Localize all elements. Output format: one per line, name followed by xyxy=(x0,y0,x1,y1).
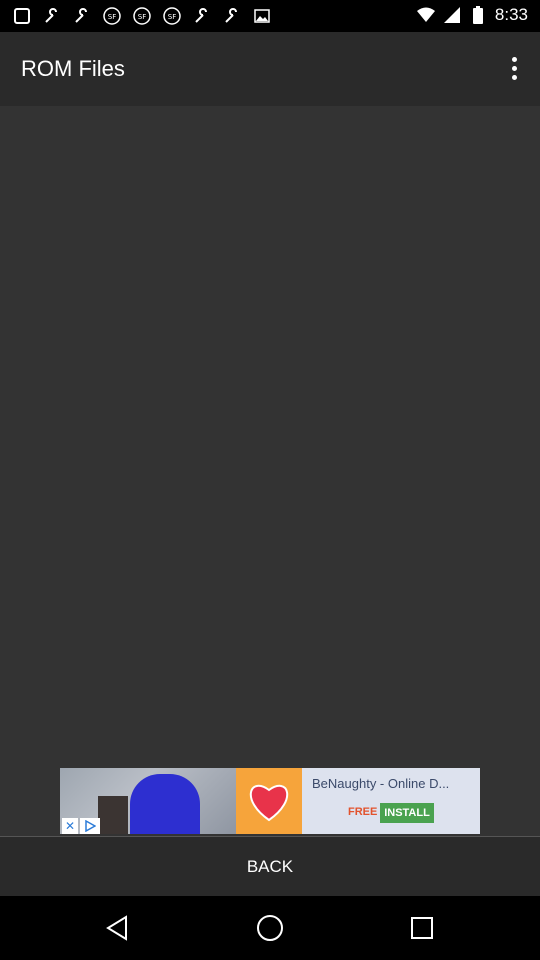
clock-time: 8:33 xyxy=(494,5,528,24)
page-title: ROM Files xyxy=(21,56,125,81)
ad-title: BeNaughty - Online D... xyxy=(312,776,450,791)
wrench-icon xyxy=(222,6,242,26)
back-nav-icon[interactable] xyxy=(102,912,134,944)
close-icon[interactable]: ✕ xyxy=(62,818,78,834)
wrench-icon xyxy=(192,6,212,26)
navigation-bar xyxy=(0,896,540,960)
sf-icon: SF xyxy=(132,6,152,26)
ad-free-label: FREE xyxy=(348,806,378,818)
back-button[interactable]: BACK xyxy=(0,837,540,897)
notification-icons: SF SF SF xyxy=(12,6,272,26)
ad-install-button[interactable]: INSTALL xyxy=(380,803,434,823)
battery-icon xyxy=(469,5,487,25)
heart-icon xyxy=(236,768,302,834)
svg-text:SF: SF xyxy=(168,13,176,21)
svg-text:SF: SF xyxy=(138,13,146,21)
system-icons: 8:33 xyxy=(416,5,528,25)
ad-banner[interactable]: BeNaughty - Online D... FREE INSTALL ✕ xyxy=(60,768,480,834)
app-bar: ROM Files xyxy=(0,32,540,106)
bottom-bar: BACK xyxy=(0,836,540,896)
wrench-icon xyxy=(42,6,62,26)
signal-icon xyxy=(443,5,461,25)
image-icon xyxy=(252,6,272,26)
recents-nav-icon[interactable] xyxy=(406,912,438,944)
overflow-menu-icon[interactable] xyxy=(502,52,526,84)
svg-text:SF: SF xyxy=(108,13,116,21)
home-nav-icon[interactable] xyxy=(254,912,286,944)
wrench-icon xyxy=(72,6,92,26)
wifi-icon xyxy=(416,5,435,25)
sf-icon: SF xyxy=(102,6,122,26)
notification-icon xyxy=(12,6,32,26)
content-area xyxy=(0,106,540,836)
sf-icon: SF xyxy=(162,6,182,26)
status-bar: SF SF SF 8:33 xyxy=(0,0,540,32)
adchoices-icon[interactable] xyxy=(80,818,100,834)
